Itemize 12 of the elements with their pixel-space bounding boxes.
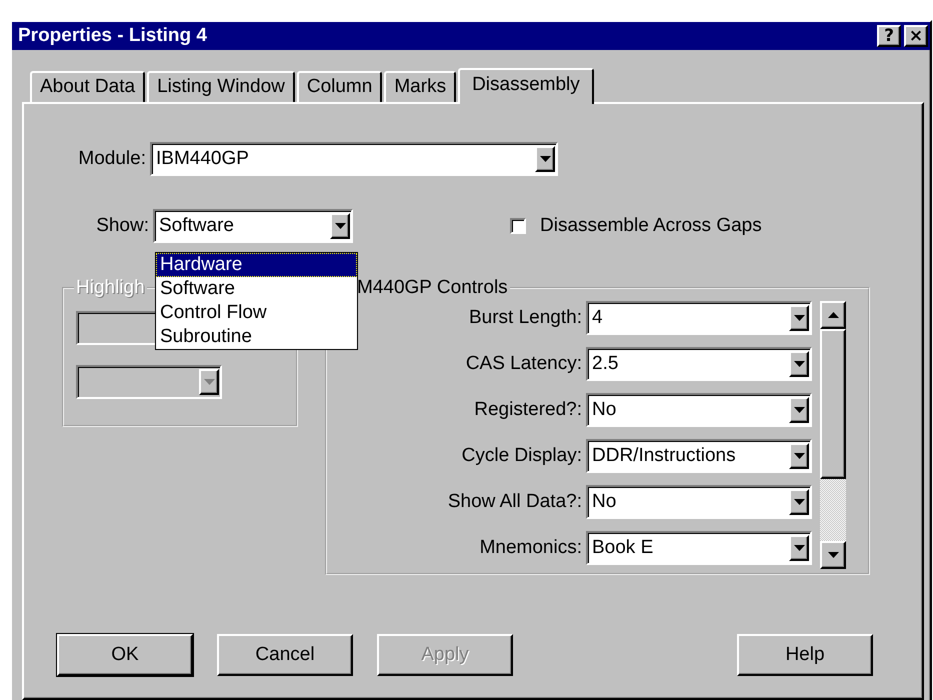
checkbox-label: Disassemble Across Gaps: [540, 215, 762, 237]
show-label: Show:: [95, 215, 149, 237]
group-title: M440GP Controls: [356, 277, 509, 299]
setting-label: Show All Data?:: [446, 491, 582, 513]
module-label: Module:: [77, 148, 146, 170]
setting-label: Cycle Display:: [460, 445, 582, 467]
group-title: Highligh: [75, 277, 146, 299]
window-title: Properties - Listing 4: [18, 25, 208, 47]
setting-label: CAS Latency:: [464, 353, 582, 375]
setting-label: Burst Length:: [468, 307, 582, 329]
setting-label: Mnemonics:: [478, 537, 582, 559]
setting-label: Registered?:: [473, 399, 582, 421]
